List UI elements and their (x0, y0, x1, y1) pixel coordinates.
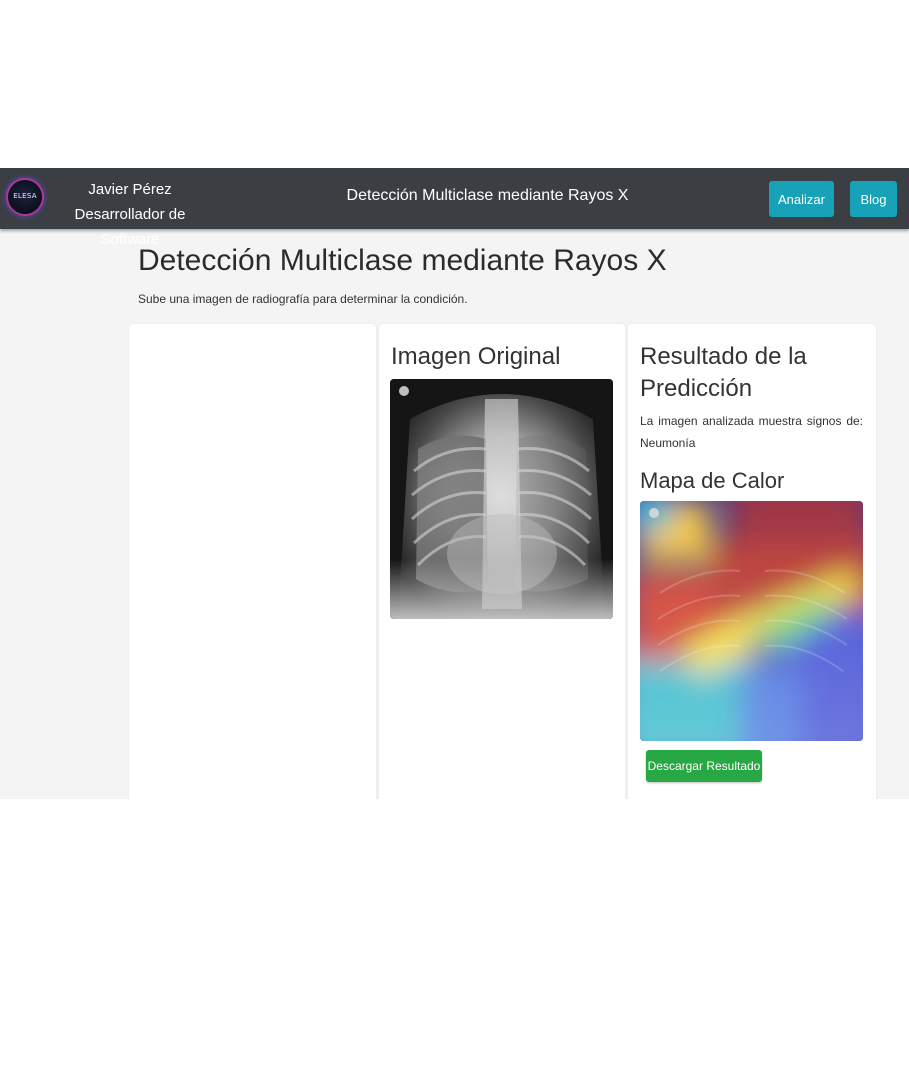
original-image-card: Imagen Original (379, 324, 625, 799)
prediction-condition: Neumonía (640, 436, 696, 450)
analyze-button[interactable]: Analizar (769, 181, 834, 217)
page-subtitle: Sube una imagen de radiografía para dete… (138, 292, 468, 306)
app-window: ELESA Javier Pérez Desarrollador de Soft… (0, 168, 909, 799)
brand-logo[interactable]: ELESA (8, 180, 42, 214)
top-navbar: ELESA Javier Pérez Desarrollador de Soft… (0, 168, 909, 248)
page-title: Detección Multiclase mediante Rayos X (138, 244, 667, 277)
author-block: Javier Pérez Desarrollador de Software (50, 177, 210, 252)
download-result-button[interactable]: Descargar Resultado (646, 750, 762, 782)
heatmap-title: Mapa de Calor (640, 468, 785, 493)
prediction-text: La imagen analizada muestra signos de: N… (640, 410, 863, 454)
prediction-message: La imagen analizada muestra signos de: (640, 414, 863, 428)
author-name: Javier Pérez (88, 181, 172, 198)
brand-logo-text: ELESA (13, 192, 37, 200)
navbar-title: Detección Multiclase mediante Rayos X (346, 187, 629, 204)
blog-button[interactable]: Blog (850, 181, 897, 217)
prediction-title: Resultado de la Predicción (640, 343, 807, 402)
heatmap-image (640, 501, 863, 741)
original-xray-image (390, 379, 613, 619)
upload-card[interactable] (129, 324, 376, 799)
prediction-result-card: Resultado de la Predicción La imagen ana… (628, 324, 876, 799)
original-image-title: Imagen Original (391, 343, 561, 370)
